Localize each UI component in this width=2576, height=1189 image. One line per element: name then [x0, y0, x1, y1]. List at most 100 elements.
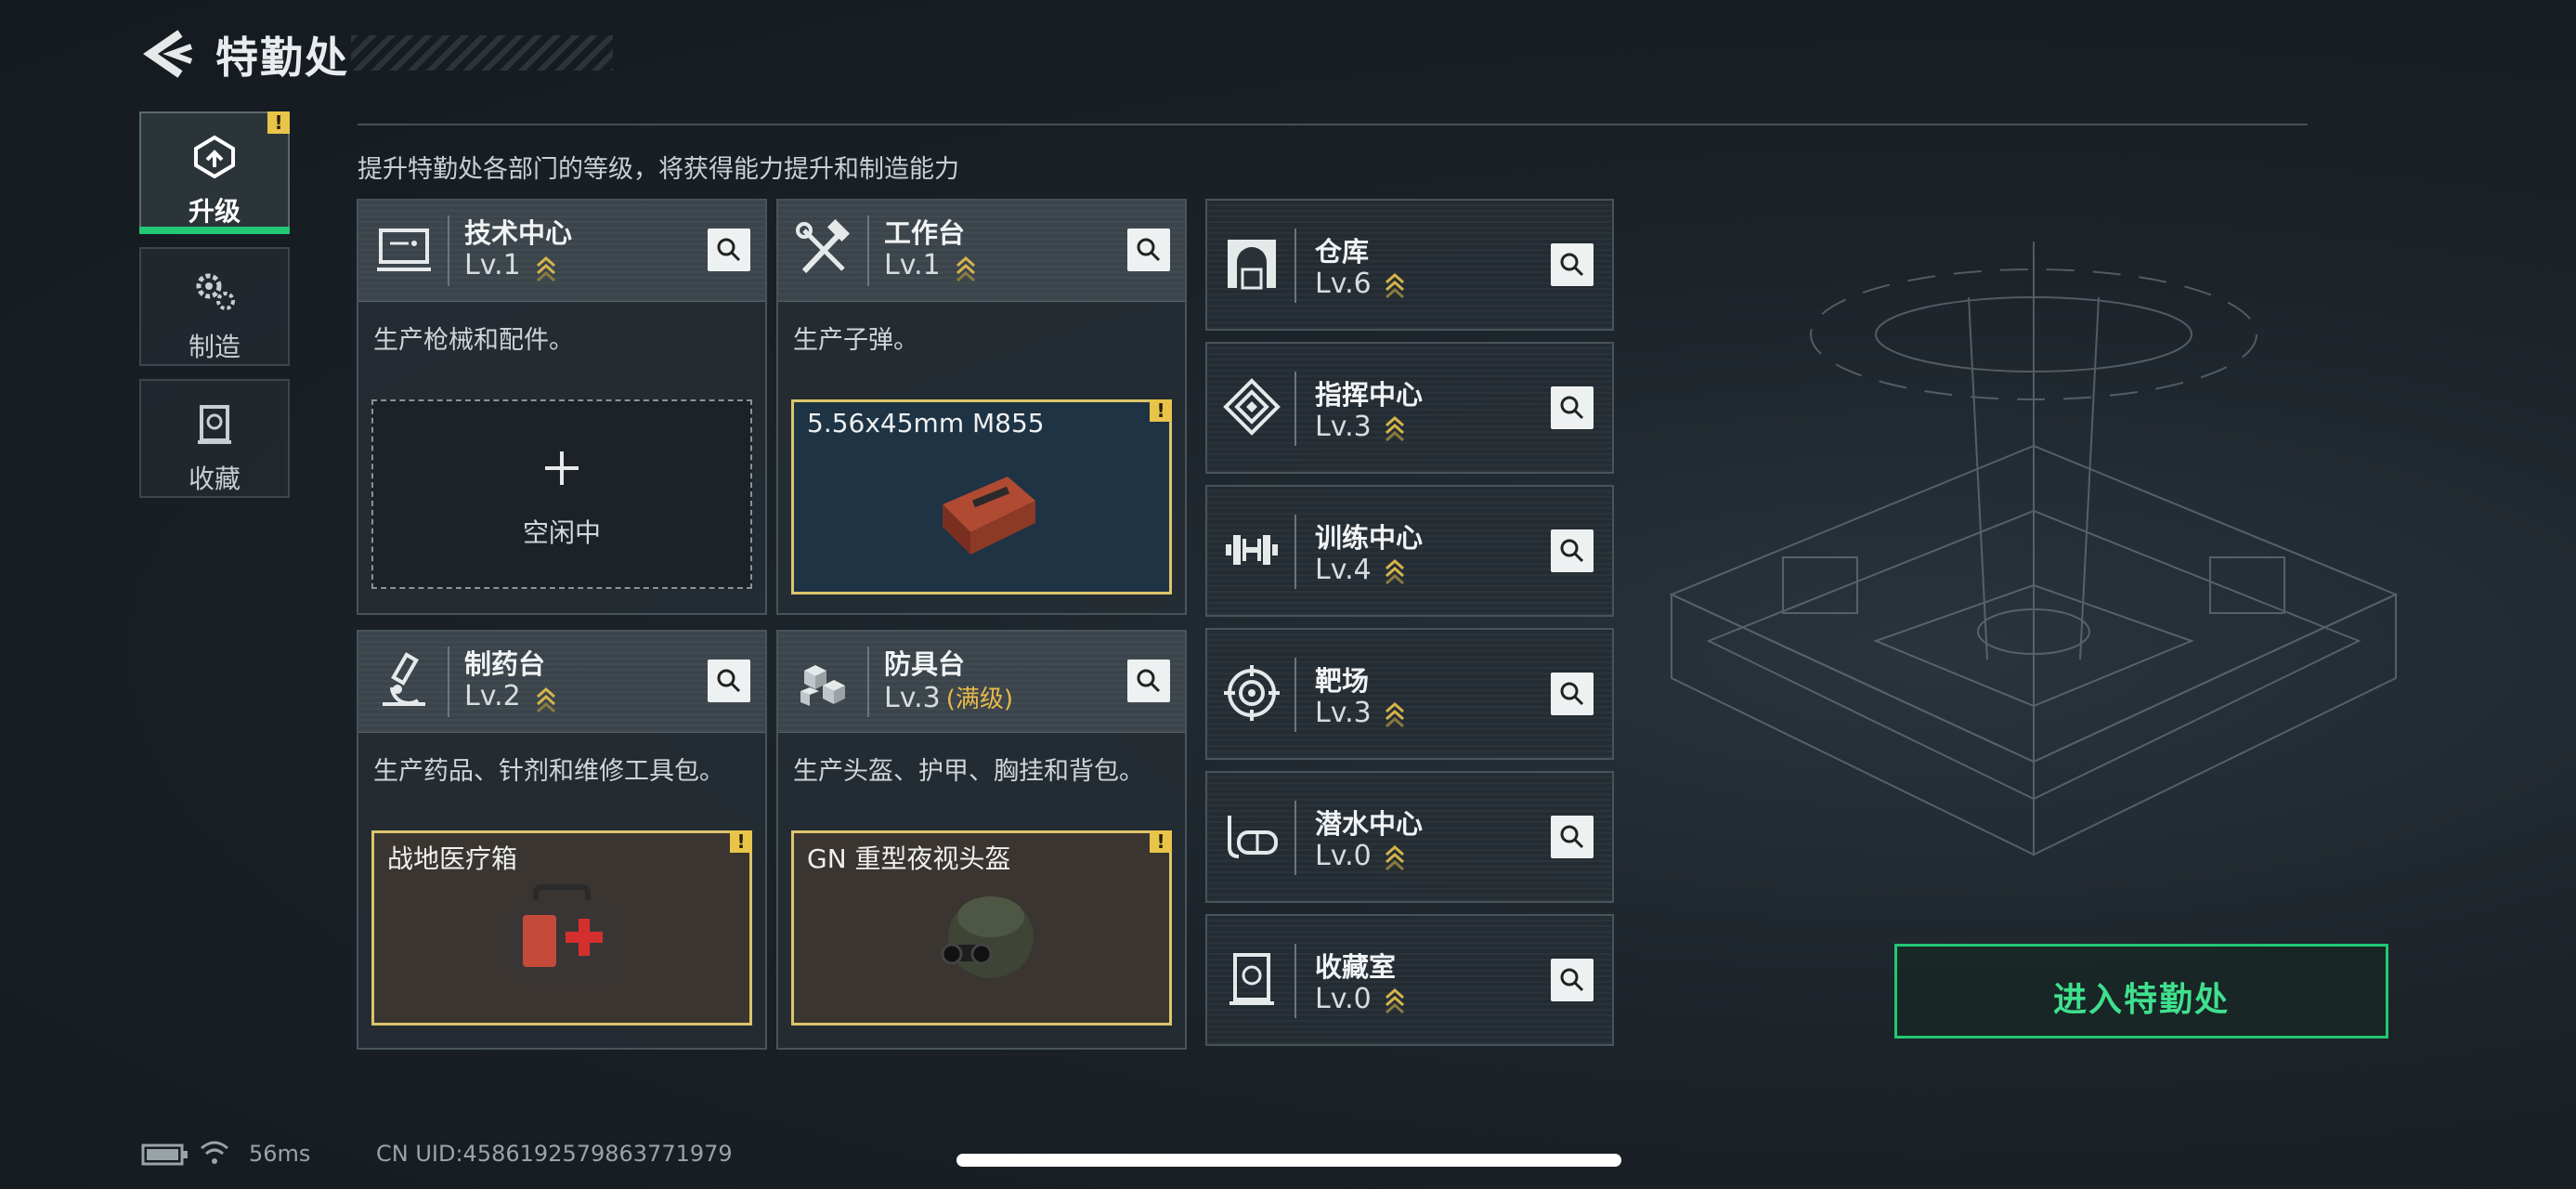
- facility-name: 制药台: [464, 648, 546, 680]
- collection-icon: [198, 405, 231, 444]
- search-button[interactable]: [1551, 529, 1594, 572]
- facility-level: Lv.1: [884, 249, 941, 281]
- card-workbench[interactable]: 工作台 Lv.1 生产子弹。 5.56x45mm M855 !: [776, 199, 1187, 615]
- command-icon: [1223, 378, 1281, 436]
- facility-row-warehouse[interactable]: 仓库 Lv.6: [1205, 199, 1614, 331]
- facility-level: Lv.3: [1315, 697, 1372, 729]
- header-separator: [448, 647, 449, 717]
- facility-name: 潜水中心: [1315, 808, 1424, 840]
- level-up-chevron-icon: [537, 686, 555, 713]
- facility-row-collection-room[interactable]: 收藏室 Lv.0: [1205, 914, 1614, 1046]
- facility-name: 仓库: [1315, 236, 1370, 268]
- ping-readout: 56ms: [249, 1141, 311, 1167]
- tab-upgrade[interactable]: 升级 !: [139, 111, 290, 234]
- base-illustration: [1669, 242, 2399, 856]
- enter-special-ops-button[interactable]: 进入特勤处: [1894, 944, 2388, 1039]
- production-slot-item[interactable]: 5.56x45mm M855 !: [791, 399, 1172, 594]
- search-icon: [717, 669, 741, 693]
- gears-icon: [196, 273, 235, 310]
- monitor-icon: [377, 229, 431, 271]
- wifi-icon: [201, 1141, 228, 1164]
- search-icon: [1137, 669, 1161, 693]
- facility-level: Lv.1: [464, 249, 521, 281]
- search-icon: [1560, 539, 1584, 563]
- facility-name: 工作台: [884, 217, 966, 249]
- card-pharmacy[interactable]: 制药台 Lv.2 生产药品、针剂和维修工具包。 战地医疗箱 !: [357, 630, 767, 1050]
- facility-name: 收藏室: [1315, 951, 1397, 983]
- enter-button-label: 进入特勤处: [2052, 981, 2230, 1019]
- max-level-tag: (满级): [945, 686, 1014, 713]
- production-slot-item[interactable]: 战地医疗箱 !: [371, 830, 752, 1026]
- plus-icon: [545, 451, 579, 485]
- battery-icon: [141, 1143, 188, 1166]
- warehouse-icon: [1228, 240, 1276, 290]
- card-header: 工作台 Lv.1: [778, 201, 1185, 302]
- microscope-icon: [383, 652, 425, 706]
- card-header: 防具台 Lv.3 (满级): [778, 632, 1185, 733]
- upgrade-icon: [194, 135, 235, 178]
- row-separator: [1295, 515, 1296, 589]
- search-icon: [1560, 253, 1584, 277]
- header-separator: [448, 216, 449, 286]
- alert-badge: !: [1150, 830, 1172, 853]
- collection-icon: [1229, 953, 1274, 1005]
- search-button[interactable]: [1127, 660, 1170, 702]
- item-name: GN 重型夜视头盔: [807, 843, 1011, 874]
- search-button[interactable]: [1551, 816, 1594, 858]
- facility-description: 生产药品、针剂和维修工具包。: [373, 757, 724, 786]
- facility-description: 生产子弹。: [793, 326, 918, 355]
- idle-label: 空闲中: [522, 517, 601, 548]
- search-button[interactable]: [1127, 229, 1170, 271]
- search-icon: [717, 238, 741, 262]
- level-up-chevron-icon: [1386, 415, 1404, 442]
- header-separator: [867, 647, 869, 717]
- item-name: 5.56x45mm M855: [807, 408, 1045, 438]
- search-button[interactable]: [1551, 243, 1594, 286]
- facility-level: Lv.2: [464, 680, 521, 712]
- facility-row-diving-center[interactable]: 潜水中心 Lv.0: [1205, 771, 1614, 903]
- tab-collection-label: 收藏: [188, 464, 241, 494]
- header-separator: [867, 216, 869, 286]
- facility-description: 生产枪械和配件。: [373, 326, 574, 355]
- facility-level: Lv.0: [1315, 983, 1372, 1015]
- facility-row-training-center[interactable]: 训练中心 Lv.4: [1205, 485, 1614, 617]
- row-separator: [1295, 658, 1296, 732]
- facility-name: 技术中心: [464, 217, 573, 249]
- tab-upgrade-label: 升级: [188, 196, 241, 227]
- search-button[interactable]: [1551, 673, 1594, 715]
- search-button[interactable]: [708, 229, 750, 271]
- production-slot-empty[interactable]: 空闲中: [371, 399, 752, 589]
- search-button[interactable]: [1551, 959, 1594, 1001]
- upgrade-alert-badge: !: [267, 111, 290, 134]
- tab-collection[interactable]: 收藏: [139, 379, 290, 498]
- facility-row-shooting-range[interactable]: 靶场 Lv.3: [1205, 628, 1614, 760]
- search-button[interactable]: [708, 660, 750, 702]
- level-up-chevron-icon: [537, 255, 555, 282]
- card-tech-center[interactable]: 技术中心 Lv.1 生产枪械和配件。 空闲中: [357, 199, 767, 615]
- production-slot-item[interactable]: GN 重型夜视头盔 !: [791, 830, 1172, 1026]
- level-up-chevron-icon: [1386, 844, 1404, 871]
- home-indicator[interactable]: [956, 1154, 1621, 1167]
- search-icon: [1137, 238, 1161, 262]
- facility-level: Lv.3: [1315, 411, 1372, 443]
- back-arrow-icon[interactable]: [139, 30, 195, 78]
- tools-icon: [796, 218, 851, 274]
- search-icon: [1560, 396, 1584, 420]
- dumbbell-icon: [1226, 535, 1278, 565]
- facility-description: 生产头盔、护甲、胸挂和背包。: [793, 757, 1144, 786]
- night-vision-helmet-image: [941, 896, 1034, 978]
- facility-level: Lv.3 (满级): [884, 680, 1013, 714]
- user-uid: CN UID:4586192579863771979: [376, 1141, 733, 1167]
- facility-row-command-center[interactable]: 指挥中心 Lv.3: [1205, 342, 1614, 474]
- tab-craft[interactable]: 制造: [139, 247, 290, 366]
- row-separator: [1295, 801, 1296, 875]
- page-title: 特勤处: [215, 33, 349, 83]
- search-icon: [1560, 968, 1584, 992]
- facility-level: Lv.4: [1315, 554, 1372, 586]
- search-button[interactable]: [1551, 386, 1594, 429]
- medkit-image: [508, 884, 621, 986]
- row-separator: [1295, 229, 1296, 303]
- card-armor-bench[interactable]: 防具台 Lv.3 (满级) 生产头盔、护甲、胸挂和背包。 GN 重型夜视头盔 !: [776, 630, 1187, 1050]
- search-icon: [1560, 682, 1584, 706]
- boxes-icon: [800, 665, 845, 706]
